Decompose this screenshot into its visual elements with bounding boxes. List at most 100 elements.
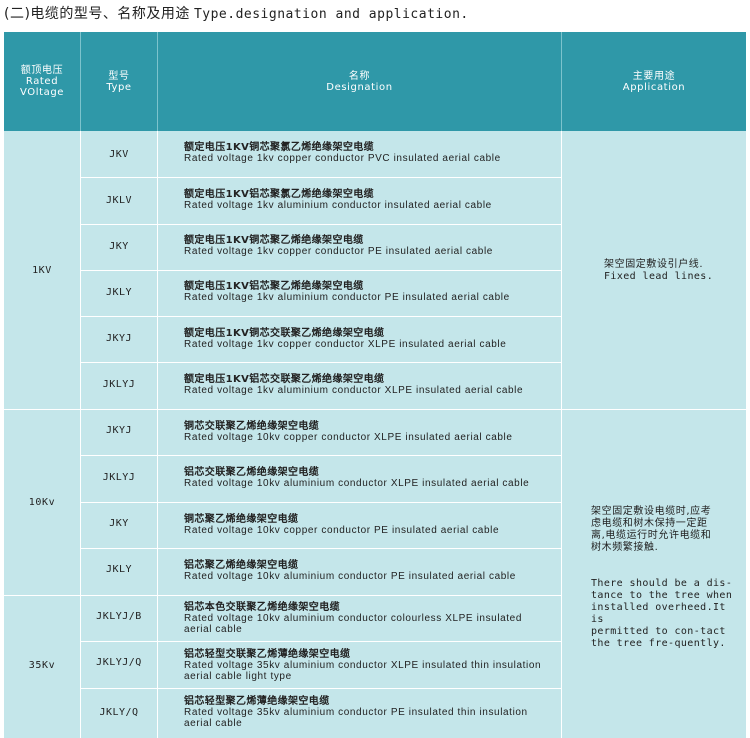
application-en: Fixed lead lines.: [604, 271, 714, 282]
designation-en: Rated voltage 1kv copper conductor PE in…: [184, 246, 493, 257]
designation-cell: 铝芯交联聚乙烯绝缘架空电缆 Rated voltage 10kv alumini…: [184, 467, 554, 489]
column-divider: [561, 131, 562, 738]
header-type-zh: 型号: [108, 70, 130, 82]
designation-zh: 额定电压1KV铝芯交联聚乙烯绝缘架空电缆: [184, 374, 385, 385]
designation-en: Rated voltage 10kv copper conductor PE i…: [184, 525, 500, 536]
header-type-en: Type: [106, 81, 132, 93]
group-divider: [562, 409, 746, 410]
type-cell: JKLYJ/Q: [96, 657, 142, 668]
voltage-cell: 1KV: [32, 265, 52, 276]
header-application: 主要用途 Application: [562, 32, 746, 131]
designation-en-cont: aerial cable: [184, 718, 243, 729]
designation-cell: 铜芯聚乙烯绝缘架空电缆 Rated voltage 10kv copper co…: [184, 514, 554, 536]
type-cell: JKV: [109, 149, 129, 160]
application-en: installed overheed.It is: [591, 602, 726, 625]
header-application-zh: 主要用途: [632, 70, 676, 82]
designation-cell: 额定电压1KV铜芯聚乙烯绝缘架空电缆 Rated voltage 1kv cop…: [184, 235, 554, 257]
designation-zh: 铝芯本色交联聚乙烯绝缘架空电缆: [184, 602, 340, 613]
header-voltage-zh: 额顶电压: [20, 65, 64, 76]
designation-en: Rated voltage 10kv aluminium conductor X…: [184, 478, 530, 489]
title-en: Type.designation and application.: [193, 7, 469, 22]
designation-en-cont: aerial cable light type: [184, 671, 292, 682]
type-cell: JKLYJ: [102, 472, 136, 483]
header-designation-en: Designation: [326, 81, 393, 93]
designation-en: Rated voltage 1kv aluminium conductor PE…: [184, 292, 510, 303]
row-divider: [81, 641, 561, 642]
designation-zh: 铝芯轻型聚乙烯薄绝缘架空电缆: [184, 696, 330, 707]
application-zh: 树木频繁接触.: [591, 542, 659, 553]
designation-cell: 额定电压1KV铝芯聚氯乙烯绝缘架空电缆 Rated voltage 1kv al…: [184, 189, 554, 211]
designation-zh: 额定电压1KV铜芯聚乙烯绝缘架空电缆: [184, 235, 364, 246]
application-cell: 架空固定敷设电缆时,应考 虑电缆和树木保持一定距 离,电缆运行时允许电缆和 树木…: [591, 506, 743, 650]
designation-cell: 额定电压1KV铝芯聚乙烯绝缘架空电缆 Rated voltage 1kv alu…: [184, 281, 554, 303]
designation-en: Rated voltage 35kv aluminium conductor P…: [184, 707, 528, 718]
voltage-cell: 35Kv: [28, 660, 56, 671]
row-divider: [81, 362, 561, 363]
application-en: the tree fre-quently.: [591, 638, 726, 649]
column-divider: [157, 131, 158, 738]
header-divider: [80, 32, 81, 131]
application-en: permitted to con-tact: [591, 626, 726, 637]
header-divider: [157, 32, 158, 131]
type-cell: JKLYJ/B: [96, 611, 142, 622]
designation-cell: 额定电压1KV铜芯交联聚乙烯绝缘架空电缆 Rated voltage 1kv c…: [184, 328, 554, 350]
header-voltage: 额顶电压 Rated VOltage: [4, 32, 80, 131]
application-cell: 架空固定敷设引户线. Fixed lead lines.: [604, 259, 750, 283]
designation-zh: 额定电压1KV铝芯聚氯乙烯绝缘架空电缆: [184, 189, 375, 200]
designation-zh: 铜芯聚乙烯绝缘架空电缆: [184, 514, 299, 525]
application-zh: 虑电缆和树木保持一定距: [591, 518, 708, 529]
type-cell: JKYJ: [105, 333, 133, 344]
designation-zh: 额定电压1KV铜芯聚氯乙烯绝缘架空电缆: [184, 142, 375, 153]
voltage-cell: 10Kv: [28, 497, 56, 508]
header-application-en: Application: [622, 81, 686, 93]
row-divider: [81, 316, 561, 317]
page-title: (二)电缆的型号、名称及用途 Type.designation and appli…: [4, 3, 469, 23]
application-en: tance to the tree when: [591, 590, 733, 601]
designation-zh: 铜芯交联聚乙烯绝缘架空电缆: [184, 421, 320, 432]
designation-cell: 额定电压1KV铝芯交联聚乙烯绝缘架空电缆 Rated voltage 1kv a…: [184, 374, 554, 396]
row-divider: [81, 688, 561, 689]
designation-en: Rated voltage 10kv copper conductor XLPE…: [184, 432, 513, 443]
designation-en: Rated voltage 10kv aluminium conductor c…: [184, 613, 523, 624]
header-divider: [561, 32, 562, 131]
designation-zh: 铝芯轻型交联聚乙烯薄绝缘架空电缆: [184, 649, 351, 660]
group-divider: [4, 409, 561, 410]
type-cell: JKLY: [105, 564, 133, 575]
header-designation-zh: 名称: [348, 70, 371, 82]
designation-en: Rated voltage 1kv copper conductor PVC i…: [184, 153, 501, 164]
designation-en: Rated voltage 1kv aluminium conductor XL…: [184, 385, 524, 396]
row-divider: [81, 548, 561, 549]
header-designation: 名称 Designation: [158, 32, 561, 131]
row-divider: [81, 224, 561, 225]
designation-zh: 额定电压1KV铝芯聚乙烯绝缘架空电缆: [184, 281, 364, 292]
group-divider: [4, 595, 561, 596]
header-type: 型号 Type: [81, 32, 157, 131]
title-zh: (二)电缆的型号、名称及用途: [4, 6, 190, 22]
designation-zh: 铝芯交联聚乙烯绝缘架空电缆: [184, 467, 320, 478]
designation-zh: 铝芯聚乙烯绝缘架空电缆: [184, 560, 299, 571]
application-spacer: [591, 554, 743, 578]
designation-cell: 铝芯轻型交联聚乙烯薄绝缘架空电缆 Rated voltage 35kv alum…: [184, 649, 554, 682]
row-divider: [81, 270, 561, 271]
type-cell: JKLY/Q: [99, 707, 139, 718]
designation-cell: 额定电压1KV铜芯聚氯乙烯绝缘架空电缆 Rated voltage 1kv co…: [184, 142, 554, 164]
designation-en: Rated voltage 1kv aluminium conductor in…: [184, 200, 492, 211]
designation-cell: 铝芯本色交联聚乙烯绝缘架空电缆 Rated voltage 10kv alumi…: [184, 602, 554, 635]
header-voltage-en2: VOltage: [19, 87, 65, 98]
application-en: There should be a dis-: [591, 578, 733, 589]
type-cell: JKYJ: [105, 425, 133, 436]
designation-en: Rated voltage 10kv aluminium conductor P…: [184, 571, 516, 582]
application-zh: 架空固定敷设电缆时,应考: [591, 506, 712, 517]
header-voltage-en1: Rated: [25, 76, 59, 87]
type-cell: JKLV: [105, 195, 133, 206]
designation-en: Rated voltage 1kv copper conductor XLPE …: [184, 339, 507, 350]
type-cell: JKLYJ: [102, 379, 136, 390]
row-divider: [81, 177, 561, 178]
designation-cell: 铝芯轻型聚乙烯薄绝缘架空电缆 Rated voltage 35kv alumin…: [184, 696, 554, 729]
type-cell: JKLY: [105, 287, 133, 298]
row-divider: [81, 502, 561, 503]
row-divider: [81, 455, 561, 456]
designation-cell: 铝芯聚乙烯绝缘架空电缆 Rated voltage 10kv aluminium…: [184, 560, 554, 582]
type-cell: JKY: [109, 241, 129, 252]
designation-cell: 铜芯交联聚乙烯绝缘架空电缆 Rated voltage 10kv copper …: [184, 421, 554, 443]
